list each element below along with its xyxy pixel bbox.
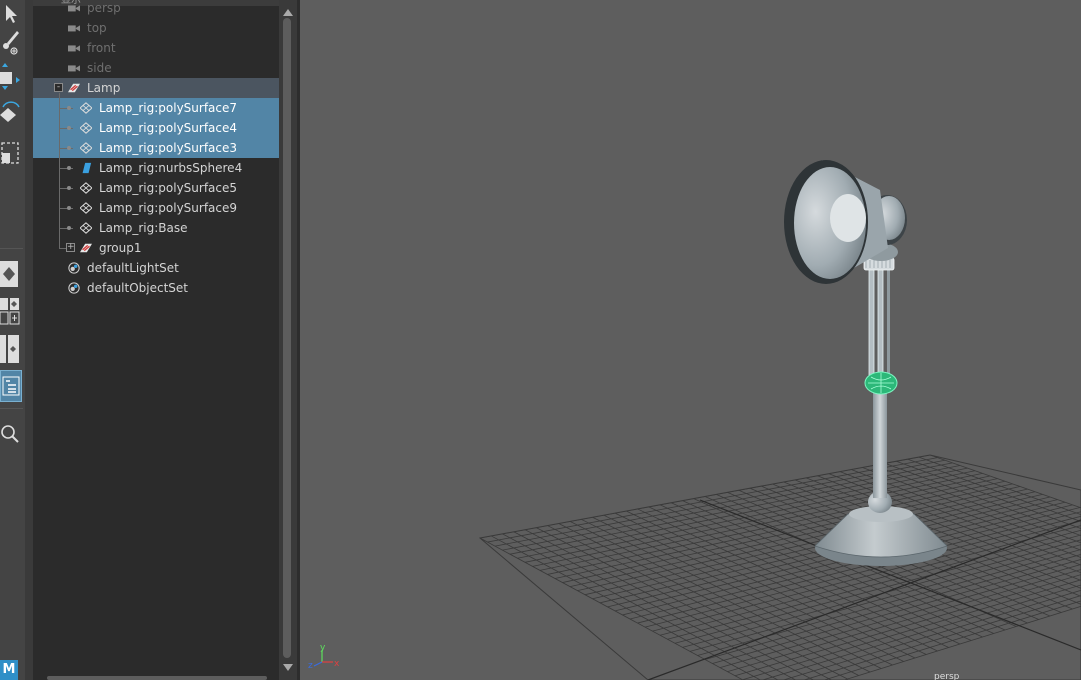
mesh-icon	[80, 182, 92, 194]
outliner-item-label: Lamp_rig:polySurface7	[99, 101, 238, 115]
outliner-item-label: Lamp_rig:nurbsSphere4	[99, 161, 243, 175]
outliner-item-label: Lamp_rig:polySurface3	[99, 141, 238, 155]
axis-x-label: x	[334, 659, 340, 669]
viewport-3d[interactable]: y x z persp	[300, 0, 1081, 680]
camera-name-hud: persp	[934, 672, 960, 680]
camera-icon	[68, 5, 80, 12]
camera-icon	[68, 65, 80, 72]
single-view-layout-icon[interactable]	[0, 260, 22, 288]
outliner-scroll-thumb[interactable]	[283, 18, 291, 658]
outliner-item-group1[interactable]: + group1	[33, 238, 279, 258]
outliner-item-label: Lamp	[87, 81, 121, 95]
ground-grid	[478, 454, 1081, 680]
outliner-item-persp[interactable]: persp	[33, 0, 279, 18]
object-set-icon	[68, 262, 80, 274]
zoom-icon[interactable]	[0, 420, 22, 448]
camera-icon	[68, 25, 80, 32]
outliner-item-side[interactable]: side	[33, 58, 279, 78]
viewport-scene[interactable]: y x z	[300, 0, 1081, 680]
outliner-item-top[interactable]: top	[33, 18, 279, 38]
axis-indicator: y x z	[308, 643, 340, 671]
outliner-item-defaultobjectset[interactable]: defaultObjectSet	[33, 278, 279, 298]
axis-y-label: y	[320, 643, 326, 653]
outliner-item-front[interactable]: front	[33, 38, 279, 58]
four-view-layout-icon[interactable]	[0, 297, 22, 325]
outliner-item-label: Lamp_rig:polySurface5	[99, 181, 238, 195]
outliner-item-label: defaultLightSet	[87, 261, 179, 275]
select-tool-icon[interactable]	[0, 0, 22, 28]
scale-tool-icon[interactable]	[0, 138, 22, 166]
outliner-item-label: Lamp_rig:polySurface9	[99, 201, 238, 215]
outliner-item-lamp-rig-polysurface7[interactable]: Lamp_rig:polySurface7	[33, 98, 279, 118]
mesh-icon	[80, 202, 92, 214]
outliner-item-lamp-rig-polysurface5[interactable]: Lamp_rig:polySurface5	[33, 178, 279, 198]
two-pane-layout-icon[interactable]	[0, 334, 22, 364]
outliner-scrollbar[interactable]	[279, 0, 297, 680]
outliner-item-defaultlightset[interactable]: defaultLightSet	[33, 258, 279, 278]
move-tool-icon[interactable]	[0, 63, 22, 91]
hierarchy-line	[59, 93, 60, 248]
outliner-item-label: front	[87, 41, 116, 55]
mesh-icon	[80, 102, 92, 114]
group-transform-icon	[80, 243, 92, 253]
outliner-layout-icon[interactable]	[0, 370, 22, 402]
outliner-item-lamp-rig-polysurface4[interactable]: Lamp_rig:polySurface4	[33, 118, 279, 138]
outliner-item-label: top	[87, 21, 107, 35]
outliner-panel: 显示 persp top front side - Lamp Lamp_rig:polySu…	[25, 0, 297, 680]
outliner-item-lamp-rig-polysurface9[interactable]: Lamp_rig:polySurface9	[33, 198, 279, 218]
outliner-item-lamp-rig-base[interactable]: Lamp_rig:Base	[33, 218, 279, 238]
outliner-item-label: Lamp_rig:Base	[99, 221, 188, 235]
expand-icon[interactable]: +	[66, 243, 75, 252]
outliner-item-label: persp	[87, 1, 121, 15]
outliner-item-label: group1	[99, 241, 142, 255]
app-logo: M	[0, 660, 18, 680]
axis-z-label: z	[308, 661, 313, 671]
outliner-item-lamp-rig-nurbssphere4[interactable]: Lamp_rig:nurbsSphere4	[33, 158, 279, 178]
camera-icon	[68, 45, 80, 52]
mesh-icon	[80, 142, 92, 154]
outliner-item-label: defaultObjectSet	[87, 281, 189, 295]
group-transform-icon	[68, 83, 80, 93]
object-set-icon	[68, 282, 80, 294]
selected-control-sphere[interactable]	[864, 371, 898, 395]
mesh-icon	[80, 222, 92, 234]
outliner-tree: 显示 persp top front side - Lamp Lamp_rig:polySu…	[33, 0, 279, 680]
outliner-item-lamp-rig-polysurface3[interactable]: Lamp_rig:polySurface3	[33, 138, 279, 158]
outliner-item-lamp[interactable]: - Lamp	[33, 78, 279, 98]
collapse-icon[interactable]: -	[54, 83, 63, 92]
nurbs-surface-icon	[82, 162, 92, 174]
rotate-tool-icon[interactable]	[0, 100, 22, 128]
mesh-icon	[80, 122, 92, 134]
outliner-item-label: side	[87, 61, 112, 75]
outliner-horizontal-scrollbar[interactable]	[47, 676, 267, 680]
toolbox: M	[0, 0, 25, 680]
outliner-item-label: Lamp_rig:polySurface4	[99, 121, 238, 135]
paint-select-icon[interactable]	[0, 28, 22, 56]
